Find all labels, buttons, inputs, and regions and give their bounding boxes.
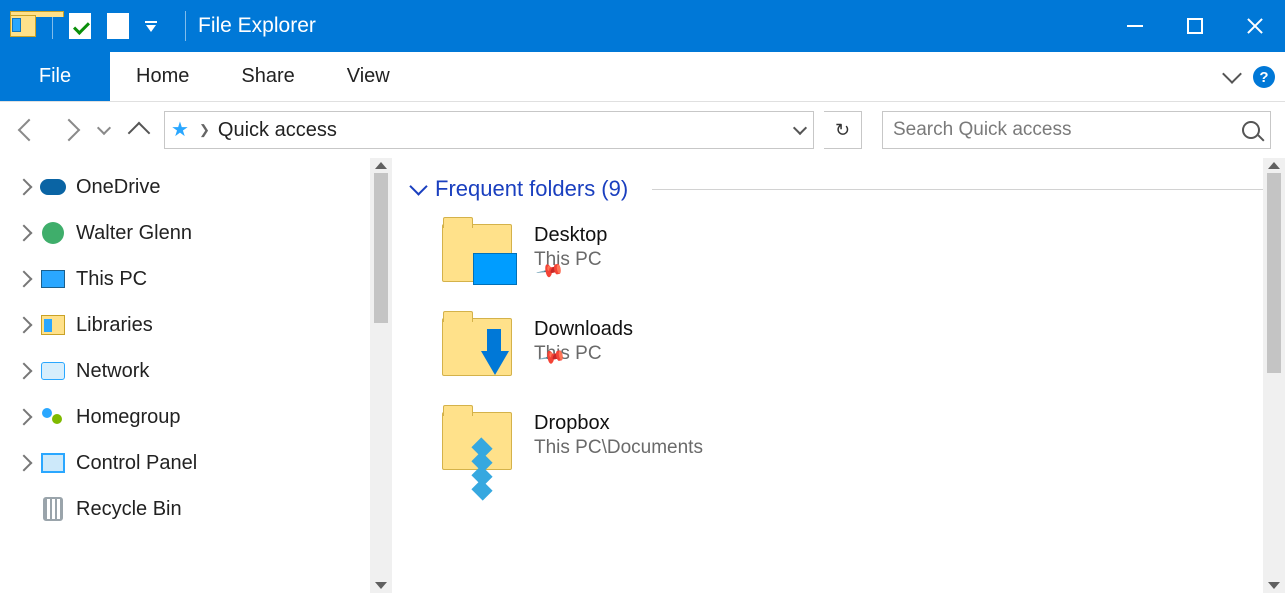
folder-icon	[442, 318, 512, 376]
window-title: File Explorer	[198, 14, 316, 38]
tab-view[interactable]: View	[321, 52, 416, 101]
tree-item-this-pc[interactable]: This PC	[18, 256, 392, 302]
folder-item-downloads[interactable]: Downloads This PC 📌	[442, 318, 1285, 390]
tab-home[interactable]: Home	[110, 52, 215, 101]
help-button[interactable]: ?	[1253, 66, 1275, 88]
tree-label: Libraries	[76, 314, 153, 337]
address-history-button[interactable]	[793, 120, 807, 134]
tree-item-homegroup[interactable]: Homegroup	[18, 394, 392, 440]
expand-icon[interactable]	[16, 179, 33, 196]
address-bar-row: ★ ❯ Quick access ↻ Search Quick access	[0, 102, 1285, 158]
back-button[interactable]	[14, 115, 44, 145]
scroll-thumb[interactable]	[1267, 173, 1281, 373]
scroll-up-icon[interactable]	[375, 162, 387, 169]
onedrive-icon	[40, 179, 66, 195]
tab-file[interactable]: File	[0, 52, 110, 101]
recycle-bin-icon	[43, 497, 63, 521]
search-placeholder: Search Quick access	[893, 119, 1242, 141]
new-folder-icon[interactable]	[107, 13, 129, 39]
qat-separator-2	[185, 11, 186, 41]
tab-share[interactable]: Share	[215, 52, 320, 101]
control-panel-icon	[41, 453, 65, 473]
arrow-right-icon	[58, 119, 81, 142]
scroll-down-icon[interactable]	[1268, 582, 1280, 589]
search-box[interactable]: Search Quick access	[882, 111, 1271, 149]
properties-icon[interactable]	[69, 13, 91, 39]
window-controls	[1105, 0, 1285, 52]
expand-icon[interactable]	[16, 363, 33, 380]
tree-item-network[interactable]: Network	[18, 348, 392, 394]
group-header-frequent-folders[interactable]: Frequent folders (9)	[412, 176, 1285, 202]
navigation-pane: OneDrive Walter Glenn This PC Libraries …	[0, 158, 392, 593]
folder-item-dropbox[interactable]: Dropbox This PC\Documents	[442, 412, 1285, 470]
tree-item-user[interactable]: Walter Glenn	[18, 210, 392, 256]
tree-item-onedrive[interactable]: OneDrive	[18, 164, 392, 210]
tree-label: Control Panel	[76, 452, 197, 475]
network-icon	[41, 362, 65, 380]
maximize-icon	[1187, 18, 1203, 34]
folder-location: This PC\Documents	[534, 437, 703, 459]
minimize-button[interactable]	[1105, 0, 1165, 52]
tree-label: OneDrive	[76, 176, 160, 199]
address-location[interactable]: Quick access	[218, 119, 337, 142]
expand-icon[interactable]	[16, 271, 33, 288]
expand-icon[interactable]	[16, 455, 33, 472]
expand-icon[interactable]	[16, 317, 33, 334]
collapse-group-icon[interactable]	[409, 177, 427, 195]
body: OneDrive Walter Glenn This PC Libraries …	[0, 158, 1285, 593]
recent-locations-button[interactable]	[94, 115, 114, 145]
dropbox-overlay-icon	[473, 441, 507, 471]
minimize-icon	[1127, 25, 1143, 27]
scroll-down-icon[interactable]	[375, 582, 387, 589]
folder-name: Desktop	[534, 224, 607, 247]
expand-icon[interactable]	[16, 409, 33, 426]
arrow-left-icon	[18, 119, 41, 142]
homegroup-icon	[42, 408, 64, 426]
user-icon	[42, 222, 64, 244]
ribbon: File Home Share View ?	[0, 52, 1285, 102]
tree-label: This PC	[76, 268, 147, 291]
chevron-down-icon	[97, 120, 111, 134]
folder-item-desktop[interactable]: Desktop This PC 📌	[442, 224, 1285, 296]
maximize-button[interactable]	[1165, 0, 1225, 52]
tree-label: Homegroup	[76, 406, 181, 429]
quick-access-toolbar	[0, 11, 198, 41]
group-rule	[652, 189, 1285, 190]
libraries-icon	[41, 315, 65, 335]
tree-label: Recycle Bin	[76, 498, 182, 521]
tree-item-recycle-bin[interactable]: Recycle Bin	[18, 486, 392, 532]
close-button[interactable]	[1225, 0, 1285, 52]
forward-button[interactable]	[54, 115, 84, 145]
group-title: Frequent folders (9)	[435, 176, 628, 202]
folder-name: Downloads	[534, 318, 633, 341]
scroll-up-icon[interactable]	[1268, 162, 1280, 169]
tree-label: Network	[76, 360, 149, 383]
tree-label: Walter Glenn	[76, 222, 192, 245]
desktop-overlay-icon	[473, 253, 517, 285]
quick-access-icon: ★	[171, 120, 191, 140]
folder-icon	[442, 224, 512, 282]
refresh-button[interactable]: ↻	[824, 111, 862, 149]
download-overlay-icon	[481, 351, 509, 375]
up-button[interactable]	[124, 115, 154, 145]
close-icon	[1246, 17, 1264, 35]
titlebar: File Explorer	[0, 0, 1285, 52]
tree-item-control-panel[interactable]: Control Panel	[18, 440, 392, 486]
content-pane: Frequent folders (9) Desktop This PC 📌 D…	[392, 158, 1285, 593]
address-bar[interactable]: ★ ❯ Quick access	[164, 111, 814, 149]
collapse-ribbon-button[interactable]	[1222, 64, 1242, 84]
arrow-up-icon	[128, 122, 151, 145]
breadcrumb-separator-icon: ❯	[199, 122, 210, 138]
folder-icon	[442, 412, 512, 470]
this-pc-icon	[41, 270, 65, 288]
expand-icon[interactable]	[16, 225, 33, 242]
customize-qat-button[interactable]	[145, 21, 157, 32]
content-scrollbar[interactable]	[1263, 158, 1285, 593]
scroll-thumb[interactable]	[374, 173, 388, 323]
tree-item-libraries[interactable]: Libraries	[18, 302, 392, 348]
search-icon	[1242, 121, 1260, 139]
app-icon[interactable]	[10, 15, 36, 37]
navpane-scrollbar[interactable]	[370, 158, 392, 593]
